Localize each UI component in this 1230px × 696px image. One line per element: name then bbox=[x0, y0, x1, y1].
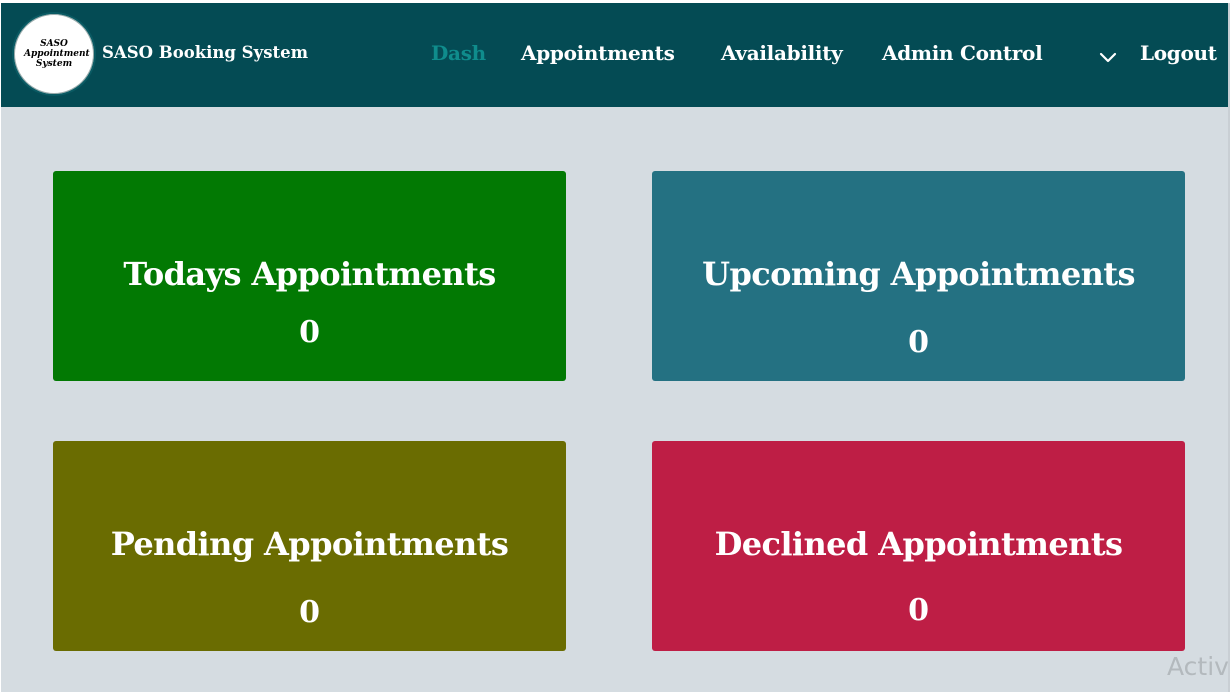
card-count: 0 bbox=[908, 325, 929, 360]
logo-text: SASO Appointment System bbox=[24, 39, 90, 69]
card-title: Upcoming Appointments bbox=[702, 255, 1135, 293]
declined-appointments-card[interactable]: Declined Appointments 0 bbox=[652, 441, 1185, 651]
chevron-down-icon[interactable] bbox=[1098, 47, 1118, 67]
nav-appointments[interactable]: Appointments bbox=[521, 41, 675, 65]
card-count: 0 bbox=[299, 595, 320, 630]
card-count: 0 bbox=[908, 593, 929, 628]
nav-availability[interactable]: Availability bbox=[721, 41, 843, 65]
todays-appointments-card[interactable]: Todays Appointments 0 bbox=[53, 171, 566, 381]
nav-dash[interactable]: Dash bbox=[431, 41, 486, 65]
activation-watermark: Activ bbox=[1167, 652, 1229, 681]
card-title: Todays Appointments bbox=[123, 255, 496, 293]
card-title: Declined Appointments bbox=[714, 525, 1123, 563]
card-title: Pending Appointments bbox=[110, 525, 509, 563]
app-logo[interactable]: SASO Appointment System bbox=[12, 12, 96, 96]
card-count: 0 bbox=[299, 315, 320, 350]
top-navbar: SASO Appointment System SASO Booking Sys… bbox=[1, 3, 1228, 107]
brand-name[interactable]: SASO Booking System bbox=[102, 43, 308, 62]
upcoming-appointments-card[interactable]: Upcoming Appointments 0 bbox=[652, 171, 1185, 381]
app-frame: SASO Appointment System SASO Booking Sys… bbox=[1, 3, 1230, 692]
pending-appointments-card[interactable]: Pending Appointments 0 bbox=[53, 441, 566, 651]
logout-link[interactable]: Logout bbox=[1140, 41, 1217, 65]
nav-admin-control[interactable]: Admin Control bbox=[882, 41, 1043, 65]
